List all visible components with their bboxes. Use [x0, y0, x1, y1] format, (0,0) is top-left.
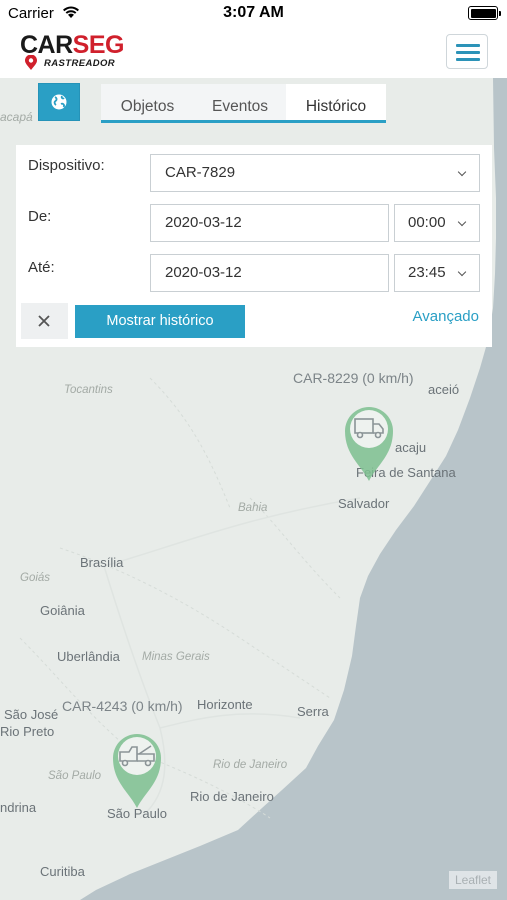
vehicle-label: CAR-8229 (0 km/h) [293, 370, 414, 386]
map-label-serra: Serra [297, 704, 329, 719]
map-label-sao-paulo-state: São Paulo [48, 770, 102, 782]
status-bar: Carrier 3:07 AM [0, 0, 507, 27]
from-time-select[interactable]: 00:00 [394, 204, 480, 242]
vehicle-label: CAR-4243 (0 km/h) [62, 698, 183, 714]
tab-objetos[interactable]: Objetos [101, 84, 194, 120]
map-label-londrina: ndrina [0, 800, 37, 815]
map-label-goiania: Goiânia [40, 603, 85, 618]
map-label-curitiba: Curitiba [40, 864, 85, 879]
map-label-brasilia: Brasília [80, 555, 124, 570]
map-label-maceio: aceió [428, 382, 460, 397]
show-history-button[interactable]: Mostrar histórico [75, 305, 245, 338]
map-label-rio-de-janeiro-state: Rio de Janeiro [213, 759, 288, 771]
map-label-rio-de-janeiro: Rio de Janeiro [190, 789, 274, 804]
device-label: Dispositivo: [28, 157, 105, 174]
map-label-bahia: Bahia [238, 502, 268, 514]
device-select[interactable]: CAR-7829 [150, 154, 480, 192]
truck-marker[interactable] [341, 401, 397, 483]
leaflet-attribution[interactable]: Leaflet [448, 871, 497, 889]
map-label-salvador: Salvador [338, 496, 390, 511]
history-panel: Dispositivo: CAR-7829 De: 2020-03-12 00:… [16, 145, 492, 347]
map-label-aracaju: acaju [395, 440, 427, 455]
map-label-macapa: acapá [0, 110, 33, 124]
tab-bar: Objetos Eventos Histórico [101, 84, 386, 123]
hamburger-menu-button[interactable] [446, 34, 488, 69]
tab-historico[interactable]: Histórico [286, 84, 386, 120]
map-label-belo-horizonte: Horizonte [197, 697, 253, 712]
pin-icon [25, 55, 37, 70]
app-header: CARSEG RASTREADOR [0, 27, 507, 78]
from-label: De: [28, 208, 52, 225]
clear-button[interactable] [21, 303, 68, 339]
map-label-tocantins: Tocantins [64, 384, 113, 396]
to-date-input[interactable]: 2020-03-12 [150, 254, 389, 292]
tab-eventos[interactable]: Eventos [194, 84, 286, 120]
map-label-minas-gerais: Minas Gerais [142, 651, 210, 663]
from-date-input[interactable]: 2020-03-12 [150, 204, 389, 242]
map-label-sao-jose: São José [4, 707, 59, 722]
clock: 3:07 AM [223, 4, 284, 21]
to-time-select[interactable]: 23:45 [394, 254, 480, 292]
map-label-goias: Goiás [20, 572, 51, 584]
to-label: Até: [28, 259, 55, 276]
map-label-uberlandia: Uberlândia [57, 649, 120, 664]
advanced-link[interactable]: Avançado [413, 308, 479, 325]
map-label-rio-preto: Rio Preto [0, 724, 55, 739]
battery-icon [468, 6, 501, 20]
close-icon [38, 315, 50, 327]
carseg-logo: CARSEG RASTREADOR [20, 31, 124, 70]
tow-truck-marker[interactable] [109, 728, 165, 810]
map-layers-button[interactable] [38, 83, 80, 121]
globe-icon [51, 94, 67, 110]
